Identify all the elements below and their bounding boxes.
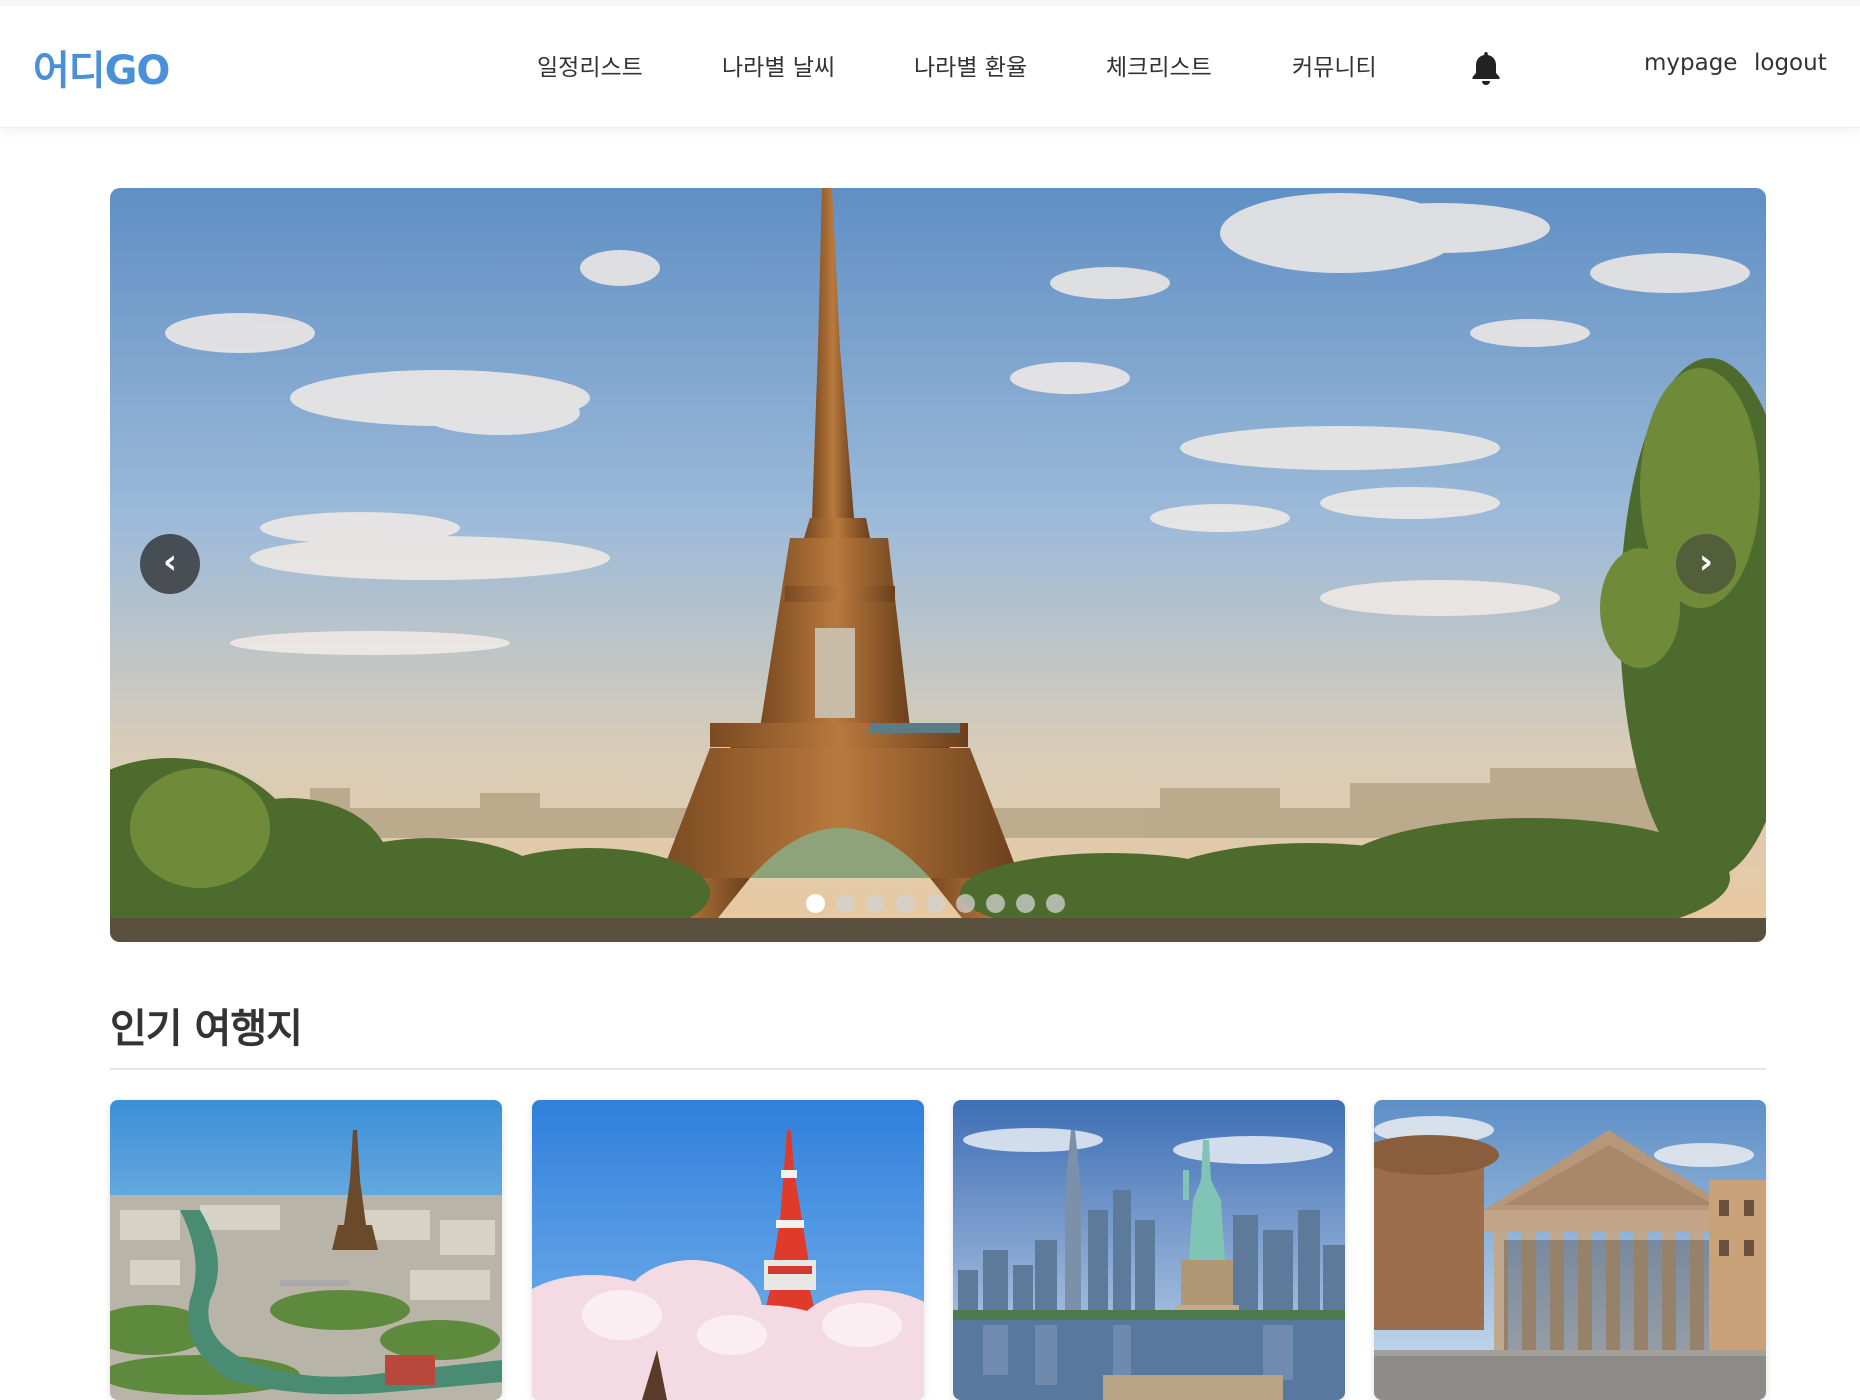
top-navigation-bar: 어디GO 일정리스트 나라별 날씨 나라별 환율 체크리스트 커뮤니티 mypa… [0, 0, 1860, 128]
destination-card-paris[interactable] [110, 1100, 502, 1400]
site-logo[interactable]: 어디GO [33, 38, 170, 96]
hero-carousel: ‹ › [110, 188, 1766, 942]
mypage-link[interactable]: mypage [1644, 50, 1737, 76]
nav-item-schedule-list[interactable]: 일정리스트 [537, 48, 643, 82]
carousel-dot-6[interactable] [956, 894, 975, 913]
carousel-dot-3[interactable] [866, 894, 885, 913]
destination-card-tokyo[interactable] [532, 1100, 924, 1400]
carousel-next-button[interactable]: › [1676, 534, 1736, 594]
carousel-dot-5[interactable] [926, 894, 945, 913]
bell-icon[interactable] [1470, 50, 1502, 86]
nav-item-checklist[interactable]: 체크리스트 [1106, 48, 1212, 82]
nav-item-exchange-rate-by-country[interactable]: 나라별 환율 [914, 48, 1027, 82]
carousel-dot-7[interactable] [986, 894, 1005, 913]
destination-card-new-york[interactable] [953, 1100, 1345, 1400]
rome-pantheon-image [1374, 1100, 1766, 1400]
nav-item-community[interactable]: 커뮤니티 [1292, 48, 1377, 82]
header-top-strip [0, 0, 1860, 6]
destination-card-rome[interactable] [1374, 1100, 1766, 1400]
new-york-statue-of-liberty-image [953, 1100, 1345, 1400]
paris-eiffel-tower-image [110, 1100, 502, 1400]
carousel-dot-8[interactable] [1016, 894, 1035, 913]
nav-item-weather-by-country[interactable]: 나라별 날씨 [722, 48, 835, 82]
carousel-prev-button[interactable]: ‹ [140, 534, 200, 594]
tokyo-tower-cherry-blossom-image [532, 1100, 924, 1400]
carousel-dot-1[interactable] [806, 894, 825, 913]
carousel-dot-4[interactable] [896, 894, 915, 913]
section-divider [110, 1068, 1766, 1070]
carousel-dot-9[interactable] [1046, 894, 1065, 913]
eiffel-tower-slide-image [110, 188, 1766, 942]
popular-destinations-heading: 인기 여행지 [110, 1006, 303, 1052]
logout-link[interactable]: logout [1754, 50, 1827, 76]
carousel-dot-2[interactable] [836, 894, 855, 913]
